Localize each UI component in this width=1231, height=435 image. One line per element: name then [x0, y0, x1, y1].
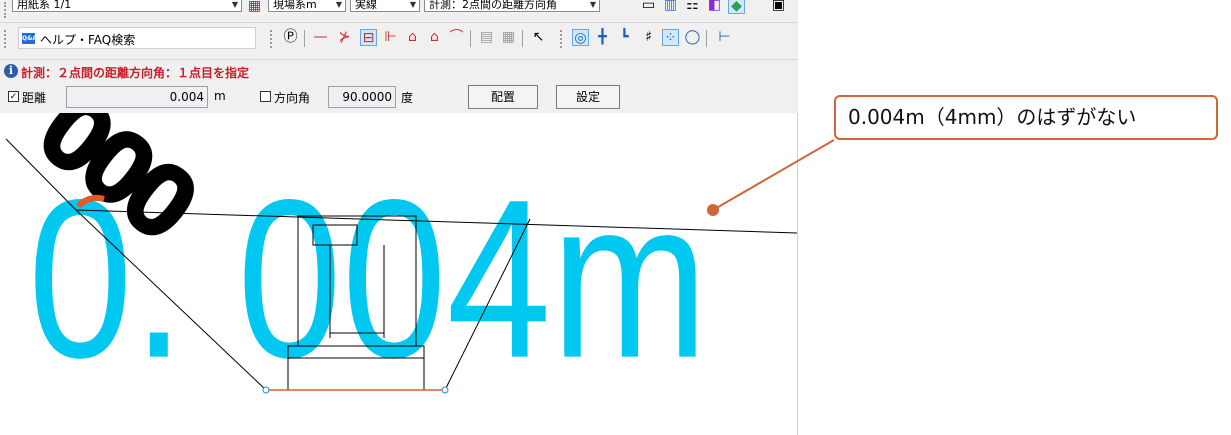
callout-box: 0.004m（4mm）のはずがない: [834, 95, 1218, 140]
callout-dot: [707, 204, 719, 216]
callout-leader: [707, 139, 835, 216]
callout-leader-line: [712, 139, 835, 211]
callout-text: 0.004m（4mm）のはずがない: [848, 105, 1137, 129]
